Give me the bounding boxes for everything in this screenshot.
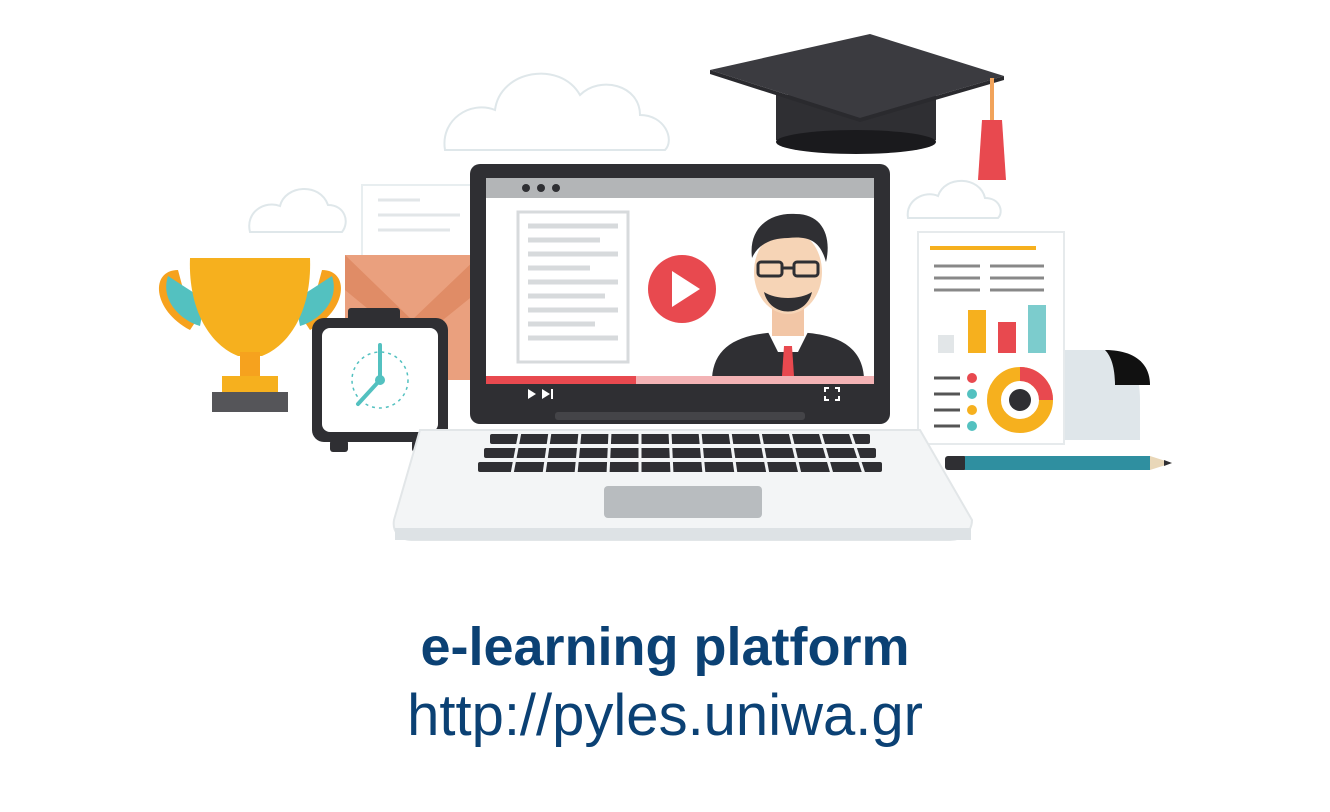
pencil-icon — [945, 456, 1172, 470]
platform-url-link[interactable]: http://pyles.uniwa.gr — [0, 680, 1330, 752]
e-learning-illustration — [158, 34, 1172, 541]
video-play-icon — [648, 255, 716, 323]
touchpad — [604, 486, 762, 518]
cloud-icon — [443, 72, 670, 151]
cloud-icon — [906, 179, 1002, 219]
cloud-icon — [248, 188, 347, 233]
graduation-cap-icon — [710, 34, 1006, 180]
laptop-icon — [392, 164, 974, 541]
report-chart-icon — [917, 231, 1150, 445]
platform-title: e-learning platform — [420, 617, 910, 677]
